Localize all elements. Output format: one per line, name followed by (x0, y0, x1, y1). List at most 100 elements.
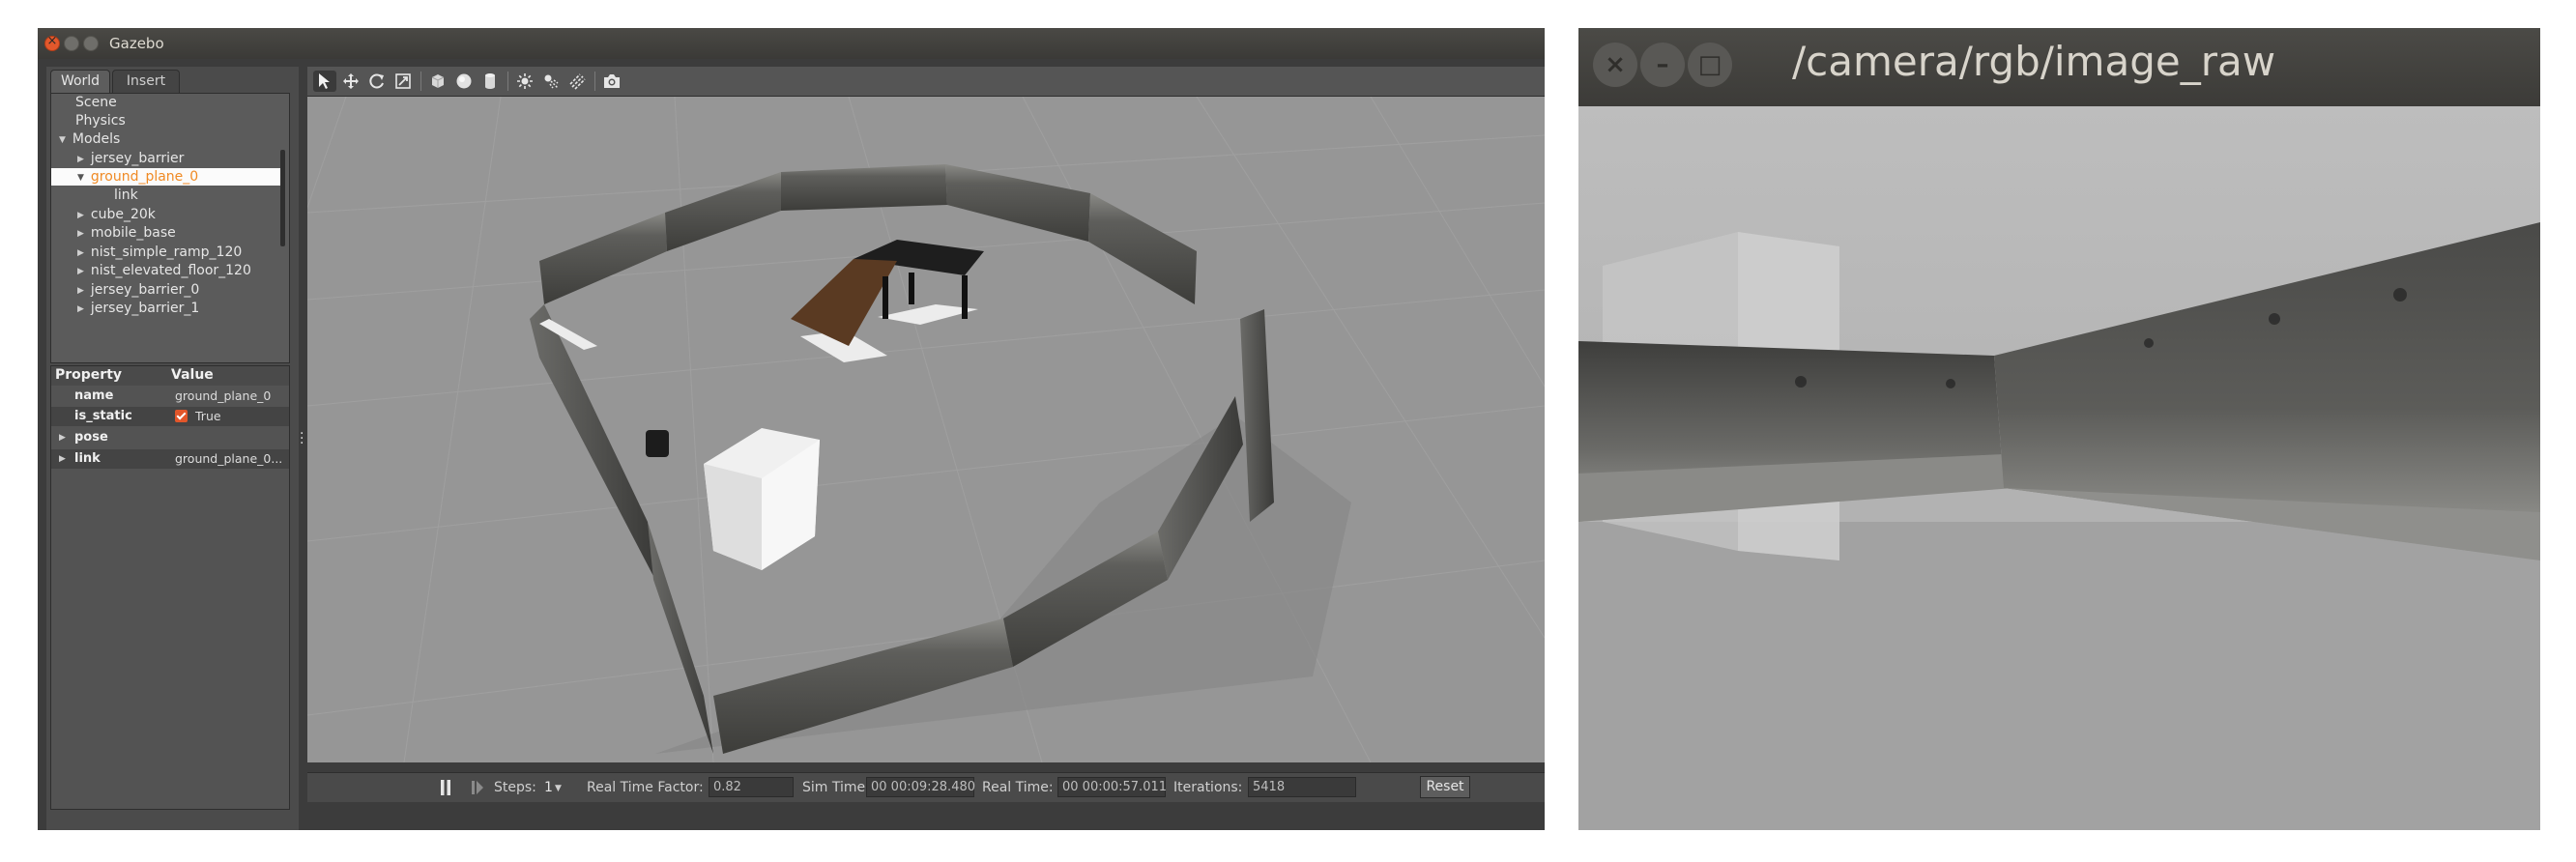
value-column-header: Value (171, 367, 214, 383)
property-header: Property Value (51, 366, 289, 386)
property-row-link[interactable]: ▶ link ground_plane_0... (51, 449, 289, 469)
is-static-checkbox[interactable] (175, 410, 188, 422)
scene-render (307, 97, 1545, 762)
collapsed-arrow-icon[interactable]: ▶ (59, 449, 66, 469)
insert-box-button[interactable] (426, 71, 449, 92)
toolbar-separator (420, 72, 421, 91)
cylinder-icon (485, 73, 495, 89)
collapsed-arrow-icon[interactable]: ▶ (77, 229, 84, 239)
spot-light-button[interactable] (539, 71, 563, 92)
tree-item-link[interactable]: link (114, 187, 138, 204)
step-button[interactable] (471, 779, 484, 796)
maximize-icon: □ (1697, 50, 1722, 79)
steps-value[interactable]: 1 (544, 780, 553, 795)
steps-label: Steps: (494, 780, 536, 795)
expanded-arrow-icon[interactable]: ▼ (77, 173, 84, 183)
property-row-is-static[interactable]: is_static True (51, 407, 289, 426)
translate-mode-button[interactable] (339, 71, 362, 92)
tree-item-model[interactable]: ▶ jersey_barrier (77, 150, 184, 167)
toolbar (307, 67, 1545, 97)
real-time-factor-label: Real Time Factor: (587, 780, 704, 795)
point-light-button[interactable] (513, 71, 536, 92)
chevron-down-icon[interactable]: ▼ (555, 784, 562, 793)
tree-item-model[interactable]: ▶ jersey_barrier_1 (77, 300, 199, 317)
close-window-button[interactable]: × (1593, 43, 1637, 87)
tree-item-model-selected[interactable]: ▼ ground_plane_0 (51, 168, 281, 186)
tree-item-model[interactable]: ▶ nist_elevated_floor_120 (77, 262, 251, 279)
tree-item-scene[interactable]: Scene (75, 94, 117, 111)
collapsed-arrow-icon[interactable]: ▶ (77, 286, 84, 296)
close-window-button[interactable]: × (44, 34, 60, 51)
sim-time-label: Sim Time: (802, 780, 870, 795)
property-row-pose[interactable]: ▶ pose (51, 428, 289, 447)
rotate-mode-button[interactable] (365, 71, 389, 92)
point-light-icon (517, 73, 533, 89)
directional-light-icon (569, 73, 586, 90)
camera-image (1578, 106, 2540, 830)
collapsed-arrow-icon[interactable]: ▶ (59, 428, 66, 447)
close-icon: × (1605, 50, 1626, 79)
sphere-icon (456, 73, 472, 89)
gazebo-window: × Gazebo World Insert Scene Physics ▼ Mod… (38, 28, 1545, 830)
scene-viewport[interactable] (307, 97, 1545, 762)
directional-light-button[interactable] (565, 71, 589, 92)
screenshot-button[interactable] (600, 71, 623, 92)
collapsed-arrow-icon[interactable]: ▶ (77, 155, 84, 164)
pause-icon (441, 780, 450, 795)
tab-insert[interactable]: Insert (112, 70, 180, 93)
minimize-icon: – (1656, 50, 1669, 79)
real-time-label: Real Time: (982, 780, 1054, 795)
minimize-window-button[interactable] (64, 36, 79, 51)
tree-item-model[interactable]: ▶ cube_20k (77, 206, 156, 223)
toolbar-separator (507, 72, 508, 91)
iterations-label: Iterations: (1173, 780, 1243, 795)
property-row-name[interactable]: name ground_plane_0 (51, 387, 289, 406)
toolbar-separator (594, 72, 595, 91)
scale-mode-button[interactable] (391, 71, 415, 92)
select-arrow-icon (319, 73, 330, 89)
close-icon: × (46, 34, 58, 48)
select-mode-button[interactable] (313, 71, 336, 92)
splitter-handle-icon[interactable]: · · · (300, 427, 304, 450)
left-panel: World Insert Scene Physics ▼ Models ▶ jers… (46, 67, 299, 830)
collapsed-arrow-icon[interactable]: ▶ (77, 304, 84, 314)
step-icon (472, 781, 483, 794)
rotate-icon (369, 73, 384, 89)
status-bar: Steps: 1 ▼ Real Time Factor: 0.82 Sim Ti… (307, 772, 1545, 802)
tree-item-model[interactable]: ▶ nist_simple_ramp_120 (77, 244, 242, 261)
expanded-arrow-icon[interactable]: ▼ (59, 135, 66, 145)
tree-item-physics[interactable]: Physics (75, 112, 126, 129)
collapsed-arrow-icon[interactable]: ▶ (77, 248, 84, 258)
tree-item-models[interactable]: ▼ Models (59, 130, 120, 148)
property-panel: Property Value name ground_plane_0 is_st… (50, 365, 290, 810)
collapsed-arrow-icon[interactable]: ▶ (77, 211, 84, 220)
real-time-factor-field: 0.82 (709, 777, 794, 797)
iterations-field: 5418 (1248, 777, 1356, 797)
minimize-window-button[interactable]: – (1640, 43, 1685, 87)
gazebo-title-bar: × Gazebo (38, 28, 1545, 59)
image-view-title-bar: × – □ /camera/rgb/image_raw (1578, 28, 2540, 106)
insert-sphere-button[interactable] (452, 71, 476, 92)
reset-button[interactable]: Reset (1420, 776, 1470, 798)
spot-light-icon (544, 74, 559, 89)
screenshot-icon (604, 74, 620, 88)
property-column-header: Property (55, 367, 123, 383)
image-view-window: × – □ /camera/rgb/image_raw (1578, 28, 2540, 830)
pause-button[interactable] (439, 779, 452, 796)
tab-world[interactable]: World (50, 70, 110, 93)
real-time-field: 00 00:00:57.011 (1057, 777, 1167, 797)
gazebo-window-title: Gazebo (109, 35, 164, 52)
box-icon (431, 74, 445, 88)
tree-scrollbar[interactable] (280, 150, 285, 246)
insert-cylinder-button[interactable] (478, 71, 502, 92)
image-view-title: /camera/rgb/image_raw (1792, 38, 2276, 85)
maximize-window-button[interactable]: □ (1688, 43, 1732, 87)
translate-icon (343, 73, 359, 89)
scale-icon (395, 73, 411, 89)
world-tree: Scene Physics ▼ Models ▶ jersey_barrier ▼ g… (50, 93, 290, 363)
collapsed-arrow-icon[interactable]: ▶ (77, 267, 84, 276)
camera-image-render (1578, 106, 2540, 830)
maximize-window-button[interactable] (83, 36, 99, 51)
tree-item-model[interactable]: ▶ mobile_base (77, 224, 176, 242)
tree-item-model[interactable]: ▶ jersey_barrier_0 (77, 281, 199, 299)
